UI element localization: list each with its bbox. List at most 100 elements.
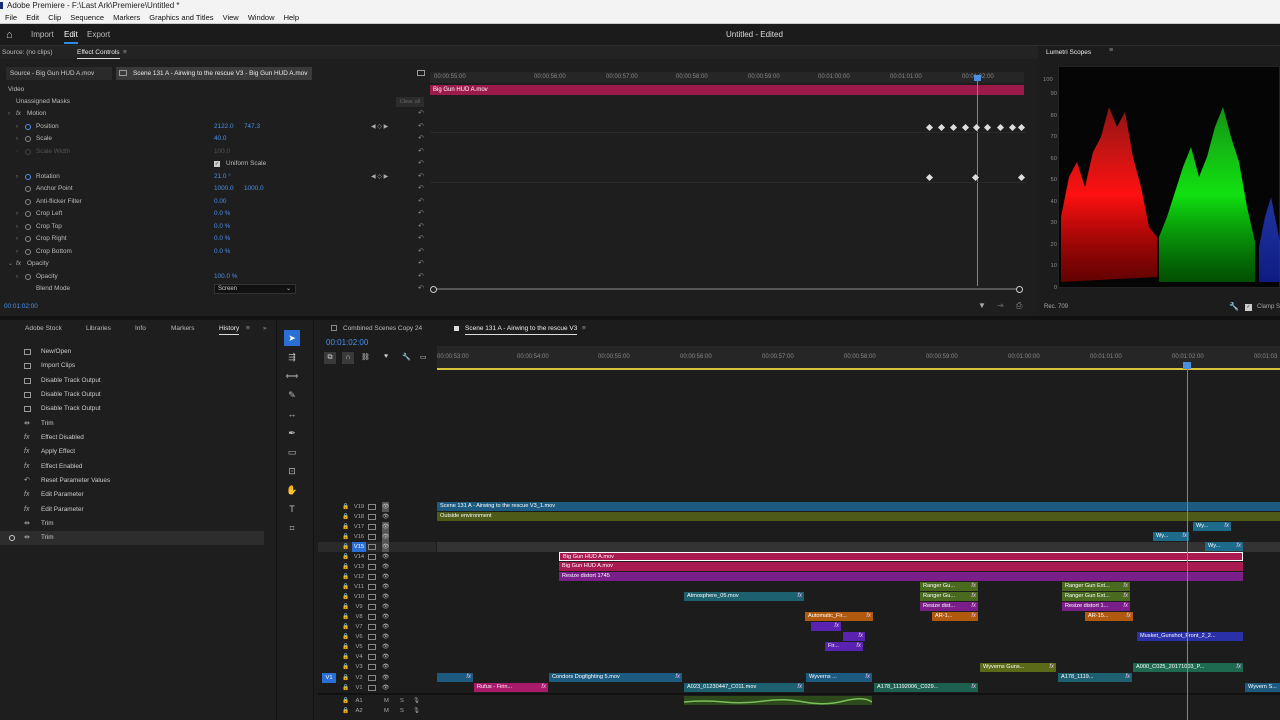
scroll-handle-right[interactable] xyxy=(1016,286,1023,293)
panel-menu-icon[interactable]: ≡ xyxy=(123,47,127,58)
sync-lock-icon[interactable] xyxy=(368,544,376,550)
expand-icon[interactable]: › xyxy=(8,108,10,120)
reset-icon[interactable]: ↶ xyxy=(418,223,424,231)
expand-icon[interactable]: ⌄ xyxy=(8,258,13,270)
tab-adobe-stock[interactable]: Adobe Stock xyxy=(25,323,62,334)
lock-icon[interactable]: 🔒 xyxy=(342,582,349,592)
track-header-v4[interactable]: 🔒 V4 👁 xyxy=(318,652,436,662)
lock-icon[interactable]: 🔒 xyxy=(342,522,349,532)
sync-lock-icon[interactable] xyxy=(368,685,376,691)
sync-lock-icon[interactable] xyxy=(368,604,376,610)
clip[interactable]: Musket_Gunshot_Front_2_2... xyxy=(1137,632,1243,641)
clip-sequence-tab[interactable]: Scene 131 A - Airwing to the rescue V3 -… xyxy=(116,67,312,80)
eye-icon[interactable]: 👁 xyxy=(382,572,389,582)
mic-icon[interactable]: 🎙 xyxy=(413,696,420,706)
menu-window[interactable]: Window xyxy=(248,13,275,22)
add-marker-icon[interactable]: ♥ xyxy=(384,353,388,360)
ec-playhead-handle[interactable] xyxy=(974,75,981,81)
stopwatch-icon[interactable] xyxy=(25,236,31,242)
history-item[interactable]: Disable Track Output xyxy=(0,374,264,388)
solo-button[interactable]: S xyxy=(400,696,404,706)
eye-icon[interactable]: 👁 xyxy=(382,652,389,662)
sync-lock-icon[interactable] xyxy=(368,504,376,510)
mic-icon[interactable]: 🎙 xyxy=(413,706,420,716)
lock-icon[interactable]: 🔒 xyxy=(342,572,349,582)
clip[interactable]: Big Gun HUD A.mov xyxy=(559,562,1243,571)
eye-icon[interactable]: 👁 xyxy=(382,552,389,562)
clip-selected[interactable]: Big Gun HUD A.mov xyxy=(559,552,1243,561)
lock-icon[interactable]: 🔒 xyxy=(342,512,349,522)
workspace-import[interactable]: Import xyxy=(31,30,54,39)
filter-icon[interactable]: ▼ xyxy=(978,301,986,310)
track-header-v3[interactable]: 🔒 V3 👁 xyxy=(318,662,436,672)
menu-sequence[interactable]: Sequence xyxy=(70,13,104,22)
lock-icon[interactable]: 🔒 xyxy=(342,696,349,706)
history-item[interactable]: fx Effect Disabled xyxy=(0,431,264,445)
clip[interactable]: A000_C025_20171003_P... fx xyxy=(1133,663,1243,672)
opacity-value[interactable]: 100.0 % xyxy=(214,271,237,283)
panel-menu-icon[interactable]: ≡ xyxy=(582,323,586,334)
keyframe[interactable] xyxy=(949,123,958,132)
timeline-playhead[interactable] xyxy=(1187,364,1188,720)
sync-lock-icon[interactable] xyxy=(368,514,376,520)
clip[interactable]: AR-1... fx xyxy=(932,612,978,621)
linked-selection-icon[interactable]: ⛓ xyxy=(361,353,370,361)
ec-clip-bar[interactable]: Big Gun HUD A.mov xyxy=(430,85,1024,95)
caption-tool-icon[interactable]: ⌗ xyxy=(284,520,300,536)
clip[interactable]: Wy... fx xyxy=(1205,542,1243,551)
solo-button[interactable]: S xyxy=(400,706,404,716)
clip[interactable]: Scene 131 A - Airwing to the rescue V3_1… xyxy=(437,502,1280,511)
sync-lock-icon[interactable] xyxy=(368,644,376,650)
lock-icon[interactable]: 🔒 xyxy=(342,562,349,572)
tab-info[interactable]: Info xyxy=(135,323,146,334)
expand-icon[interactable]: › xyxy=(16,221,18,233)
clip[interactable]: Wyverns Guns... fx xyxy=(980,663,1056,672)
home-icon[interactable]: ⌂ xyxy=(6,29,18,41)
sync-lock-icon[interactable] xyxy=(368,524,376,530)
clip[interactable]: Resize dist... fx xyxy=(920,602,978,611)
clip[interactable]: Rufus - Firin... fx xyxy=(474,683,548,692)
panel-menu-icon[interactable]: ≡ xyxy=(1109,47,1113,54)
reset-icon[interactable]: ↶ xyxy=(418,210,424,218)
track-header-v6[interactable]: 🔒 V6 👁 xyxy=(318,632,436,642)
track-select-tool-icon[interactable]: ⇶ xyxy=(284,349,300,365)
menu-help[interactable]: Help xyxy=(284,13,299,22)
toggle-timeline-icon[interactable] xyxy=(417,70,425,76)
clip[interactable]: Wy... fx xyxy=(1153,532,1189,541)
clip[interactable]: fx xyxy=(437,673,473,682)
keyframe[interactable] xyxy=(937,123,946,132)
eye-icon[interactable]: 👁 xyxy=(382,612,389,622)
sequence-close-icon[interactable] xyxy=(331,325,337,331)
playhead-handle[interactable] xyxy=(1183,362,1191,369)
stopwatch-icon[interactable] xyxy=(25,211,31,217)
lock-icon[interactable]: 🔒 xyxy=(342,652,349,662)
keyframe-nav-icon[interactable]: ◀ ◇ ▶ xyxy=(371,171,388,183)
hand-tool-icon[interactable]: ✋ xyxy=(284,482,300,498)
source-patch-v1[interactable]: V1 xyxy=(322,673,336,683)
eye-icon[interactable]: 👁 xyxy=(382,542,390,552)
crop-bottom-value[interactable]: 0.0 % xyxy=(214,246,230,258)
sync-lock-icon[interactable] xyxy=(368,675,376,681)
history-item[interactable]: ⇹ Trim xyxy=(0,417,264,431)
keyframe[interactable] xyxy=(983,123,992,132)
track-header-v7[interactable]: 🔒 V7 👁 xyxy=(318,622,436,632)
wrench-icon[interactable]: 🔧 xyxy=(1229,302,1239,311)
menu-graphics[interactable]: Graphics and Titles xyxy=(149,13,213,22)
lock-icon[interactable]: 🔒 xyxy=(342,542,349,552)
clip[interactable]: Ranger Gu... fx xyxy=(920,592,978,601)
close-icon[interactable] xyxy=(454,326,459,331)
ec-current-time[interactable]: 00:01:02:00 xyxy=(4,303,38,310)
timeline-ruler[interactable]: 00:00:53:00 00:00:54:00 00:00:55:00 00:0… xyxy=(437,346,1280,370)
menu-edit[interactable]: Edit xyxy=(26,13,39,22)
anchor-x-value[interactable]: 1000.0 xyxy=(214,183,234,195)
clip[interactable]: Automatic_Fir... fx xyxy=(805,612,873,621)
expand-icon[interactable]: › xyxy=(16,133,18,145)
keyframe[interactable] xyxy=(1017,173,1026,182)
stopwatch-icon[interactable] xyxy=(25,186,31,192)
ripple-edit-tool-icon[interactable]: ⟺ xyxy=(284,368,300,384)
position-x-value[interactable]: 2122.0 xyxy=(214,121,234,133)
history-item[interactable]: ↶ Reset Parameter Values xyxy=(0,474,264,488)
lock-icon[interactable]: 🔒 xyxy=(342,552,349,562)
history-item[interactable]: Disable Track Output xyxy=(0,402,264,416)
lock-icon[interactable]: 🔒 xyxy=(342,683,349,693)
